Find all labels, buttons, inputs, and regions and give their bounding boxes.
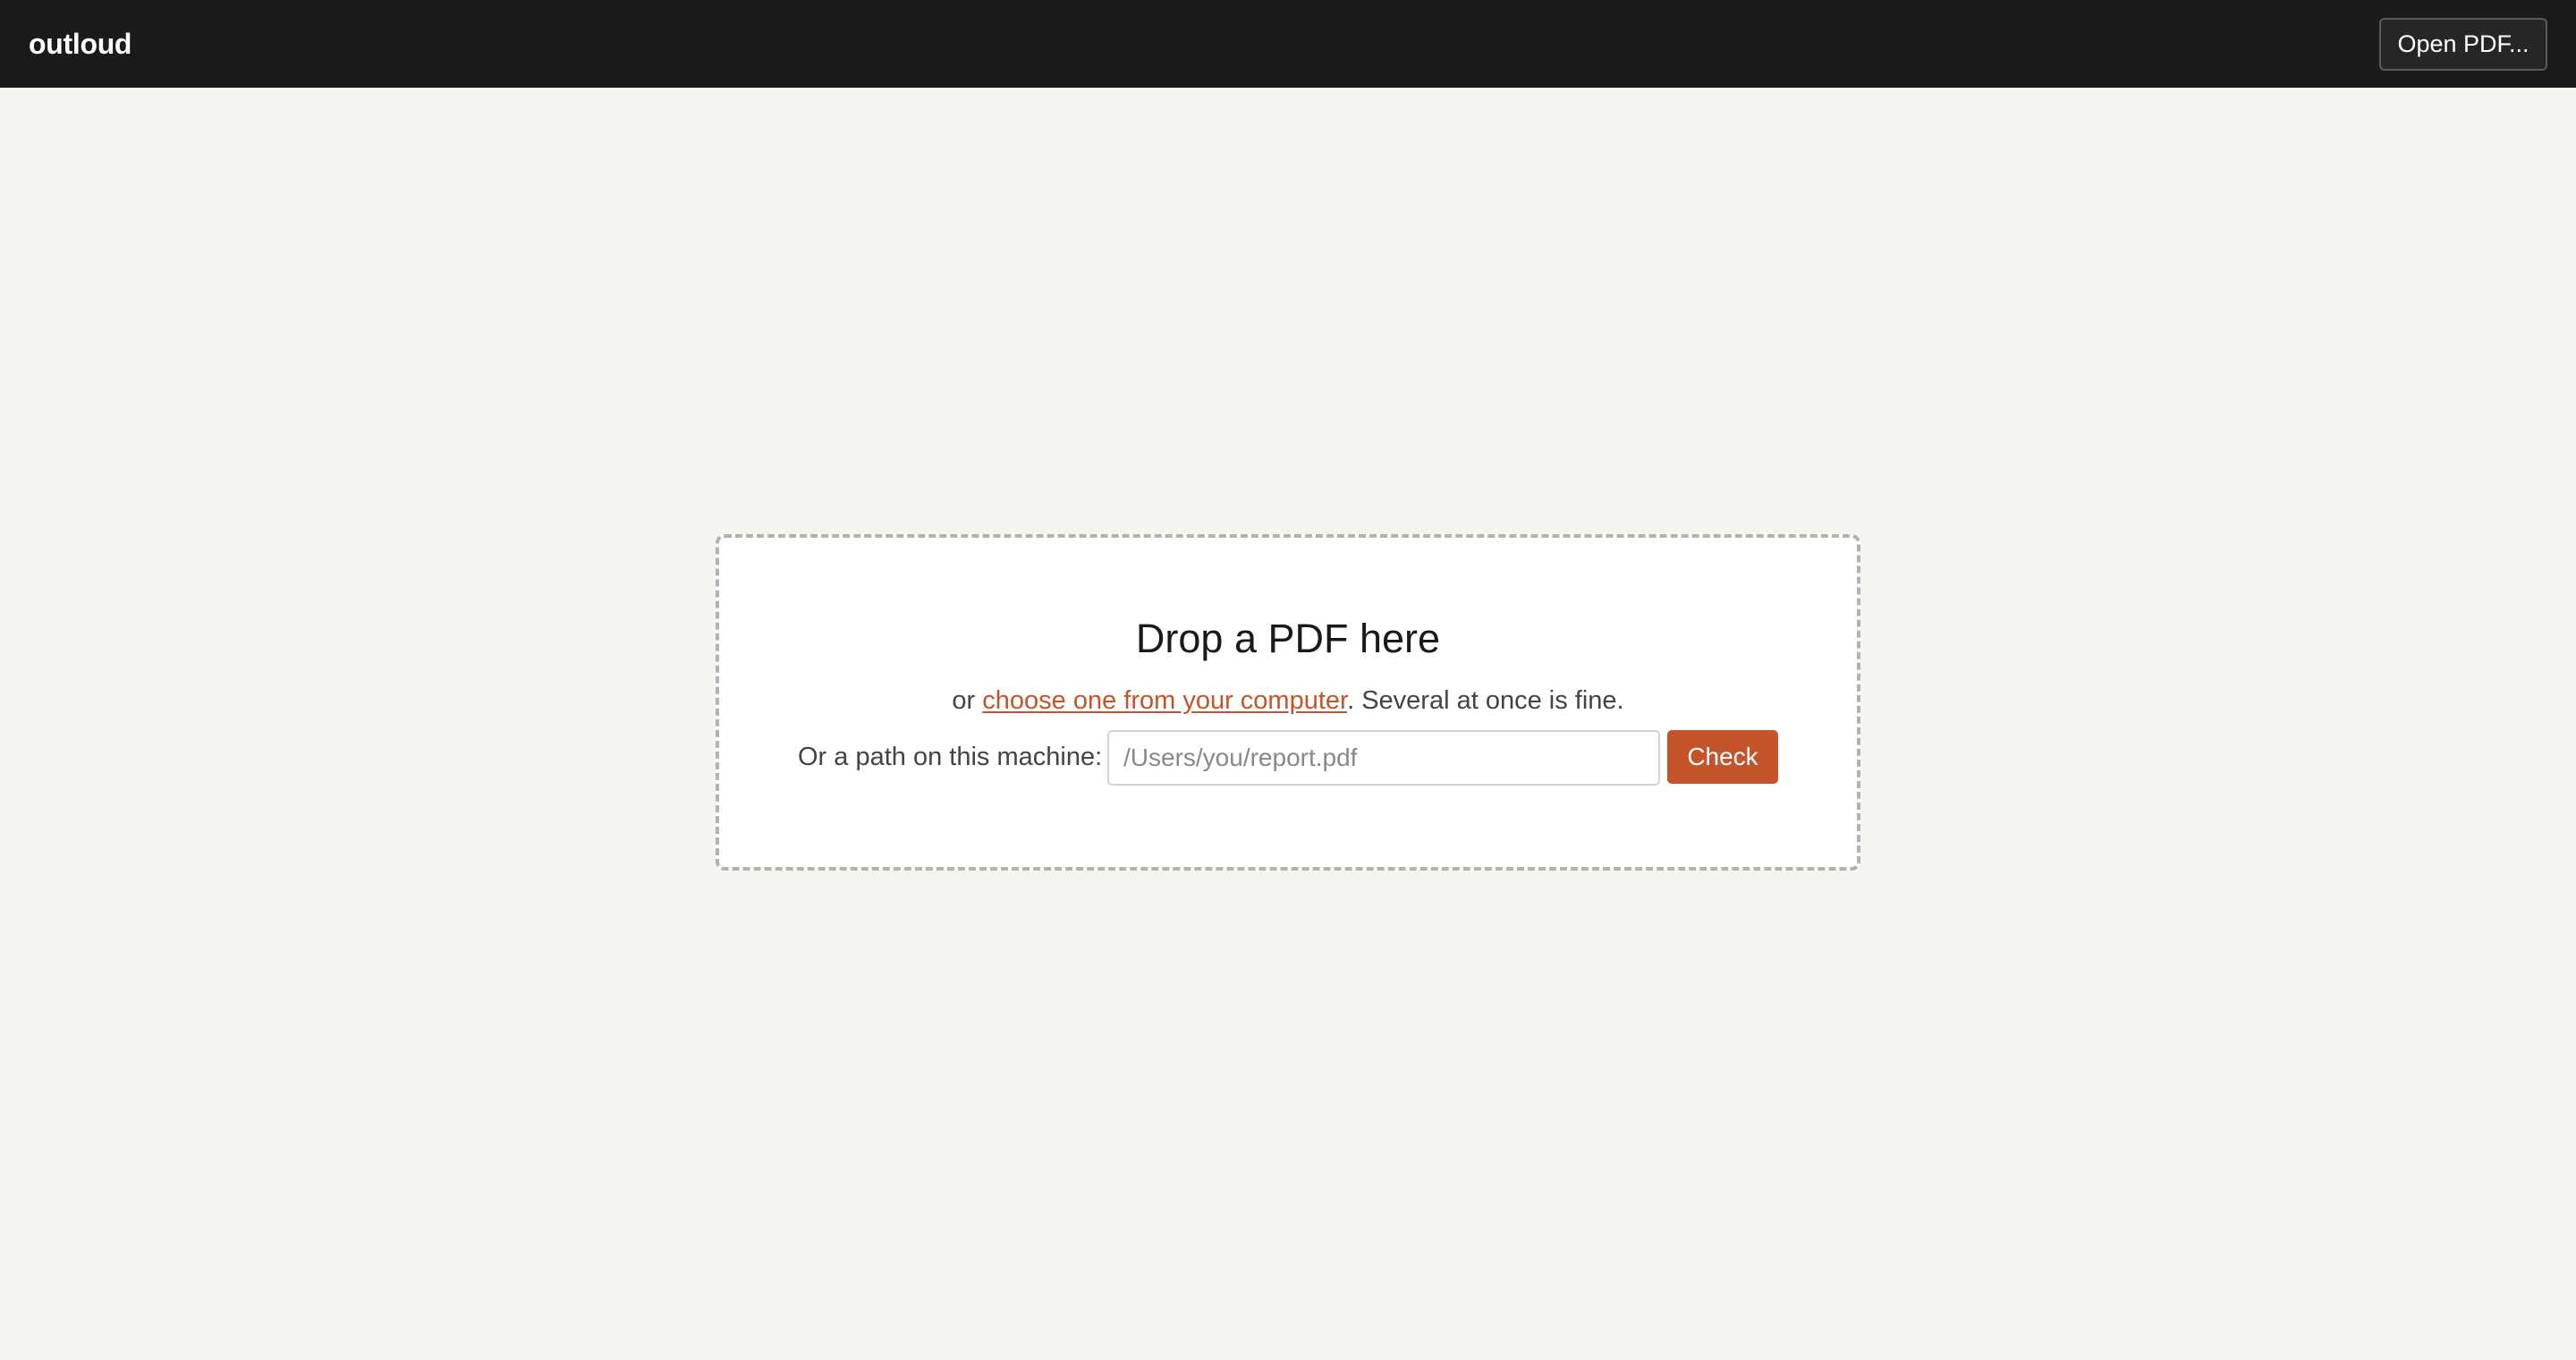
drop-zone-subtitle: or choose one from your computer. Severa… bbox=[719, 686, 1857, 716]
choose-file-link[interactable]: choose one from your computer bbox=[982, 686, 1347, 715]
path-label: Or a path on this machine: bbox=[798, 743, 1103, 771]
app-logo: outloud bbox=[29, 28, 132, 60]
subtitle-prefix: or bbox=[952, 686, 983, 715]
subtitle-suffix: . Several at once is fine. bbox=[1347, 686, 1624, 715]
pdf-drop-zone[interactable]: Drop a PDF here or choose one from your … bbox=[716, 534, 1860, 871]
drop-zone-title: Drop a PDF here bbox=[1135, 616, 1441, 661]
open-pdf-button[interactable]: Open PDF... bbox=[2379, 18, 2547, 71]
path-input[interactable] bbox=[1107, 730, 1660, 786]
top-bar: outloud Open PDF... bbox=[0, 0, 2576, 88]
check-button[interactable]: Check bbox=[1667, 730, 1778, 784]
